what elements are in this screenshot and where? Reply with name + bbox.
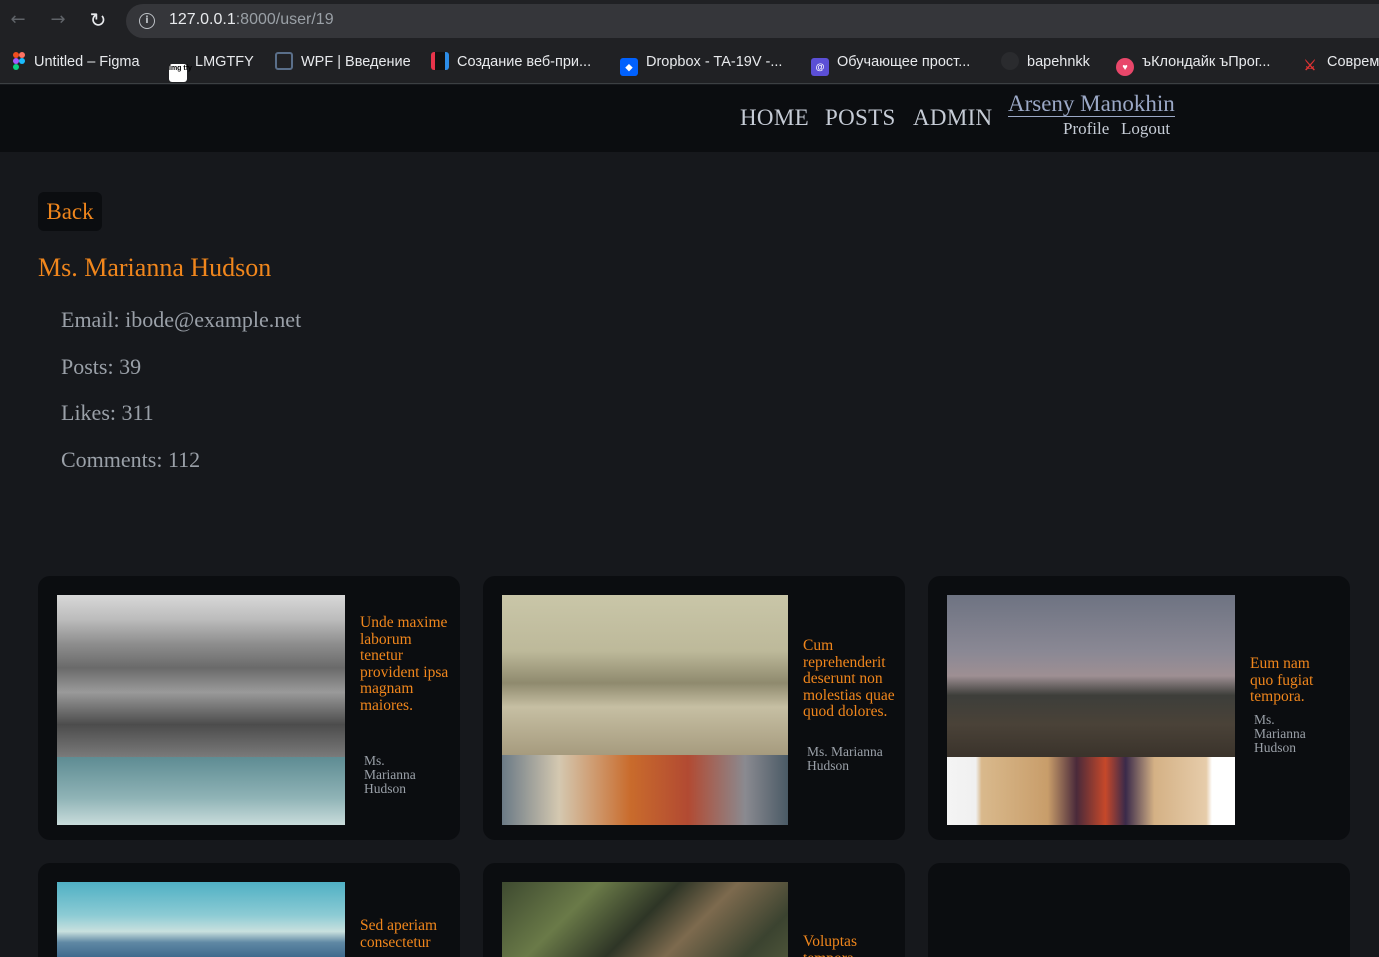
nav-posts[interactable]: POSTS bbox=[825, 105, 896, 131]
post-title[interactable]: Eum nam quo fugiat tempora. bbox=[1250, 655, 1330, 706]
user-posts-count: Posts: 39 bbox=[61, 354, 142, 379]
post-image[interactable] bbox=[57, 882, 345, 957]
learning-space-icon: @ bbox=[811, 58, 829, 76]
post-title[interactable]: Voluptas tempora bbox=[803, 933, 897, 957]
bookmark-wpf[interactable]: WPF | Введение bbox=[275, 51, 411, 73]
nav-admin[interactable]: ADMIN bbox=[913, 105, 992, 131]
back-button[interactable]: Back bbox=[38, 192, 102, 231]
post-title[interactable]: Cum reprehenderit deserunt non molestias… bbox=[803, 637, 897, 721]
bookmark-klondike[interactable]: ♥ ъКлондайк ъПрог... bbox=[1116, 51, 1270, 76]
post-author: Ms. Marianna Hudson bbox=[364, 753, 416, 796]
browser-toolbar: ← → ↻ i 127.0.0.1:8000/user/19 bbox=[0, 0, 1379, 42]
post-card[interactable]: Voluptas tempora bbox=[483, 863, 905, 957]
post-card[interactable]: Cum reprehenderit deserunt non molestias… bbox=[483, 576, 905, 840]
boat-photo bbox=[502, 755, 788, 825]
post-title[interactable]: Unde maxime laborum tenetur provident ip… bbox=[360, 614, 450, 714]
klondike-icon: ♥ bbox=[1116, 58, 1134, 76]
dropbox-icon: ◆ bbox=[620, 58, 638, 76]
logout-link[interactable]: Logout bbox=[1121, 119, 1170, 139]
misty-field-photo bbox=[947, 595, 1235, 757]
bookmark-lmgtfy[interactable]: lmg tfy LMGTFY bbox=[169, 51, 254, 82]
bookmarks-bar: Untitled – Figma lmg tfy LMGTFY WPF | Вве… bbox=[0, 42, 1379, 84]
reload-icon[interactable]: ↻ bbox=[86, 8, 110, 32]
post-author: Ms. Marianna Hudson bbox=[1254, 712, 1306, 755]
post-image[interactable] bbox=[947, 595, 1235, 825]
url-text[interactable]: 127.0.0.1:8000/user/19 bbox=[169, 11, 334, 29]
modern-icon: ⚔ bbox=[1303, 57, 1317, 73]
floating-market-photo bbox=[502, 882, 788, 957]
city-photo bbox=[57, 595, 345, 757]
address-bar[interactable]: i 127.0.0.1:8000/user/19 bbox=[126, 4, 1379, 38]
back-arrow-icon[interactable]: ← bbox=[6, 8, 30, 32]
user-email: Email: ibode@example.net bbox=[61, 307, 302, 332]
profile-link[interactable]: Profile bbox=[1063, 119, 1109, 139]
site-info-icon[interactable]: i bbox=[139, 13, 155, 29]
bookmark-dropbox[interactable]: ◆ Dropbox - TA-19V -... bbox=[620, 51, 782, 76]
post-card[interactable]: Eum nam quo fugiat tempora. Ms. Marianna… bbox=[928, 576, 1350, 840]
post-card[interactable]: Unde maxime laborum tenetur provident ip… bbox=[38, 576, 460, 840]
bookmark-figma[interactable]: Untitled – Figma bbox=[12, 51, 140, 73]
lake-photo bbox=[57, 882, 345, 957]
user-likes-count: Likes: 311 bbox=[61, 400, 154, 425]
empty-card bbox=[928, 863, 1350, 957]
nav-home[interactable]: HOME bbox=[740, 105, 809, 131]
lmgtfy-icon: lmg tfy bbox=[169, 64, 192, 82]
user-profile-name: Ms. Marianna Hudson bbox=[38, 253, 272, 282]
figma-icon bbox=[12, 52, 26, 70]
post-image[interactable] bbox=[57, 595, 345, 825]
post-card[interactable]: Sed aperiam consectetur bbox=[38, 863, 460, 957]
beach-photo bbox=[502, 595, 788, 755]
post-image[interactable] bbox=[502, 595, 788, 825]
forward-arrow-icon[interactable]: → bbox=[46, 8, 70, 32]
bookmark-modern[interactable]: ⚔ Соврем bbox=[1301, 51, 1379, 73]
visual-studio-icon bbox=[431, 52, 449, 70]
bookmark-github[interactable]: bapehnkk bbox=[1001, 51, 1090, 73]
food-bowl-photo bbox=[947, 757, 1235, 825]
bookmark-web-app[interactable]: Создание веб-при... bbox=[431, 51, 591, 73]
bookmark-learning[interactable]: @ Обучающее прост... bbox=[811, 51, 970, 76]
post-author: Ms. Marianna Hudson bbox=[807, 744, 883, 773]
user-comments-count: Comments: 112 bbox=[61, 447, 201, 472]
metanit-icon bbox=[275, 52, 293, 70]
post-title[interactable]: Sed aperiam consectetur bbox=[360, 917, 450, 951]
post-image[interactable] bbox=[502, 882, 788, 957]
site-header: HOME POSTS ADMIN Arseny Manokhin Profile… bbox=[0, 85, 1379, 152]
sky-photo bbox=[57, 757, 345, 825]
github-icon bbox=[1001, 52, 1019, 70]
current-user-name[interactable]: Arseny Manokhin bbox=[1008, 92, 1175, 117]
